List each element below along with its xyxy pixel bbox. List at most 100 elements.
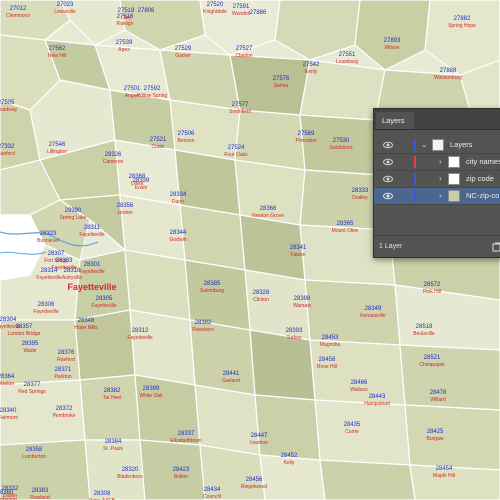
zip-code-text: 28318 xyxy=(63,268,81,274)
chevron-right-icon[interactable]: › xyxy=(439,174,442,184)
zip-label: 27527 Clayton xyxy=(236,46,253,60)
city-name-text: Faison xyxy=(290,252,306,258)
city-name-text: Dudley xyxy=(352,195,368,201)
city-name-text: Bunnlevel xyxy=(37,238,59,244)
zip-label: 27530 Goldsboro xyxy=(329,138,352,152)
zip-code-text: 27542 xyxy=(302,62,320,68)
city-name-text: Bladenboro xyxy=(117,474,143,480)
city-name-text: Cary xyxy=(120,15,132,21)
zip-label: 28399 White Oak xyxy=(139,386,162,400)
city-name-text: Beulaville xyxy=(413,331,435,337)
zip-label: 28572 Pink Hill xyxy=(423,282,441,296)
city-name-text: Louisburg xyxy=(336,59,358,65)
zip-code-text: 28365 xyxy=(336,221,354,227)
city-name-text: Linden xyxy=(117,210,133,216)
city-name-text: Wendell xyxy=(232,11,250,17)
zip-label: 27576 Selma xyxy=(273,76,290,90)
city-name-text: Magnolia xyxy=(319,342,341,348)
city-name-text: Rose Hill xyxy=(316,364,338,370)
zip-code-text: 28328 xyxy=(252,290,270,296)
zip-label: 28334 Dunn xyxy=(170,192,187,206)
zip-code-text: 28441 xyxy=(222,371,240,377)
zip-label: 27539 Apex xyxy=(116,40,133,54)
zip-code-text: 27501 xyxy=(123,86,141,92)
zip-label: 28332 Dublin xyxy=(2,486,19,500)
city-name-text: Currie xyxy=(345,429,359,435)
layer-name[interactable]: zip code xyxy=(466,174,494,184)
zip-code-text: 28395 xyxy=(21,341,39,347)
zip-label: 27501 Angier xyxy=(124,86,141,100)
layer-name[interactable]: Layers xyxy=(450,140,473,150)
layers-panel-tabbar: Layers xyxy=(374,109,500,130)
city-name-text: Walstonburg xyxy=(434,75,462,81)
zip-code-text: 28443 xyxy=(368,394,386,400)
zip-code-text: 28340 xyxy=(0,408,17,414)
zip-label: 28434 Councill xyxy=(203,487,221,500)
zip-label: 27551 Louisburg xyxy=(336,52,358,66)
zip-code-text: 27569 xyxy=(297,131,315,137)
zip-code-text: 28376 xyxy=(57,350,75,356)
city-name-text: Garland xyxy=(222,378,240,384)
zip-label: 28435 Currie xyxy=(344,422,361,436)
map-canvas[interactable]: 27023 Lewisville 27012 Clemmons 27806 27616 Ra… xyxy=(0,0,500,500)
city-name-text: Mount Olive xyxy=(331,228,359,234)
zip-code-text: 28518 xyxy=(415,324,433,330)
city-name-text: Councill xyxy=(203,494,221,500)
eye-icon[interactable] xyxy=(383,175,393,183)
layers-panel[interactable]: Layers ⌄ Layers › city names › zip code xyxy=(373,108,500,258)
city-name-text: Rowland xyxy=(30,495,50,500)
tab-layers[interactable]: Layers xyxy=(376,112,414,129)
eye-icon[interactable] xyxy=(383,192,393,200)
eye-icon[interactable] xyxy=(383,158,393,166)
layer-name[interactable]: NC-zip-co xyxy=(466,191,499,201)
zip-label: 28376 Raeford xyxy=(57,350,75,364)
city-name-text: Fayetteville xyxy=(127,335,153,341)
city-label-fayetteville: Fayetteville xyxy=(67,282,117,292)
city-name-text: Coats xyxy=(151,144,165,150)
layer-row-layers[interactable]: ⌄ Layers xyxy=(374,137,500,154)
zip-label: 27529 Garner xyxy=(175,46,192,60)
zip-code-text: 28341 xyxy=(289,245,307,251)
layer-row-zip-code[interactable]: › zip code xyxy=(374,171,500,188)
new-layer-icon[interactable] xyxy=(492,242,500,252)
chevron-right-icon[interactable]: › xyxy=(439,157,442,167)
city-name-text: Roseboro xyxy=(192,327,214,333)
city-name-text: Willard xyxy=(430,397,446,403)
city-name-text: Spring Lake xyxy=(59,215,87,221)
zip-code-text: 28344 xyxy=(169,230,187,236)
zip-label: 28364Maxton xyxy=(0,374,14,388)
city-name-text: Turkey xyxy=(286,335,302,341)
zip-code-text: 27332 xyxy=(0,144,15,150)
city-name-text: New Hill xyxy=(47,53,67,59)
zip-code-text: 28393 xyxy=(285,328,303,334)
zip-label: 28466 Wallace xyxy=(350,380,368,394)
zip-code-text: 28337 xyxy=(177,431,195,437)
layer-row-nc-zip-co[interactable]: › NC-zip-co xyxy=(374,188,500,205)
zip-code-text: 27888 xyxy=(439,68,457,74)
zip-code-text: 28307 xyxy=(47,251,65,257)
layer-color-bar xyxy=(414,156,416,168)
zip-label: 27524 Four Oaks xyxy=(224,145,247,159)
chevron-right-icon[interactable]: › xyxy=(439,191,442,201)
city-name-text: Tar Heel xyxy=(102,395,122,401)
zip-code-text: 28458 xyxy=(318,357,336,363)
zip-code-text: 28333 xyxy=(351,188,369,194)
chevron-down-icon[interactable]: ⌄ xyxy=(421,140,428,150)
zip-code-text: 27592 xyxy=(143,86,161,92)
zip-label: 28365 Mount Olive xyxy=(332,221,359,235)
zip-label: 28344 Godwin xyxy=(170,230,187,244)
zip-code-text: 28384 xyxy=(104,439,122,445)
zip-label: 28395 Wade xyxy=(22,341,39,355)
zip-code-text: 28383 xyxy=(31,488,49,494)
eye-icon[interactable] xyxy=(383,141,393,149)
zip-code-text: 27576 xyxy=(272,76,290,82)
city-name-text: Garner xyxy=(175,53,191,59)
layer-thumbnail xyxy=(448,173,460,185)
city-name-text: Raleigh xyxy=(116,21,134,27)
zip-label: 27562 New Hill xyxy=(48,46,66,60)
zip-code-text: 28320 xyxy=(121,467,139,473)
zip-code-text: 28434 xyxy=(203,487,221,493)
layer-row-city-names[interactable]: › city names xyxy=(374,154,500,171)
zip-label: 28318 Autryville xyxy=(62,268,82,282)
layer-name[interactable]: city names xyxy=(466,157,500,167)
